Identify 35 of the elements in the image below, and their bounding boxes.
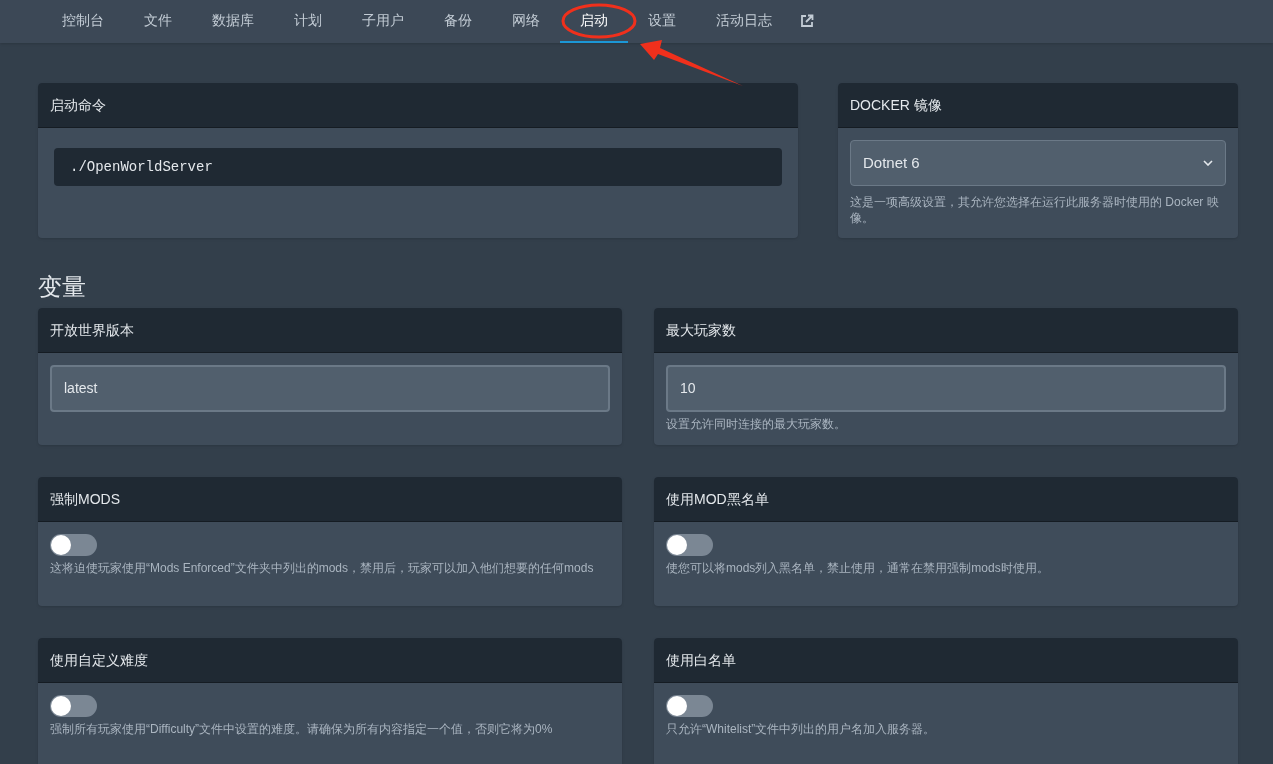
description-text: 这是一项高级设置，其允许您选择在运行此服务器时使用的 Docker 映像。 xyxy=(850,194,1220,226)
nav-tab[interactable]: 控制台 xyxy=(42,0,124,43)
nav-tab[interactable]: 活动日志 xyxy=(696,0,792,43)
card-title: 强制MODS xyxy=(50,489,120,509)
toggle-switch[interactable] xyxy=(666,695,713,717)
input-field[interactable]: 10 xyxy=(666,365,1226,412)
dropdown[interactable]: Dotnet 6 xyxy=(850,140,1226,186)
toggle-switch[interactable] xyxy=(666,534,713,556)
description-text: 使您可以将mods列入黑名单，禁止使用，通常在禁用强制mods时使用。 xyxy=(666,560,1050,576)
nav-tab[interactable]: 备份 xyxy=(424,0,492,43)
nav-tab[interactable]: 网络 xyxy=(492,0,560,43)
nav-tab[interactable]: 数据库 xyxy=(192,0,274,43)
nav-tab[interactable]: 子用户 xyxy=(342,0,424,43)
card-title: 最大玩家数 xyxy=(666,320,736,340)
input-field[interactable]: latest xyxy=(50,365,610,412)
card-title: 使用白名单 xyxy=(666,650,736,670)
toggle-switch[interactable] xyxy=(50,534,97,556)
card-title: 启动命令 xyxy=(50,95,106,115)
toggle-switch[interactable] xyxy=(50,695,97,717)
nav-tab[interactable]: 启动 xyxy=(560,0,628,43)
card-title: DOCKER 镜像 xyxy=(850,95,942,115)
command-field: ./OpenWorldServer xyxy=(54,148,782,186)
description-text: 设置允许同时连接的最大玩家数。 xyxy=(666,416,847,432)
section-heading: 变量 xyxy=(38,272,87,302)
nav-tab[interactable]: 计划 xyxy=(274,0,342,43)
external-link-icon[interactable] xyxy=(800,14,814,28)
description-text: 这将迫使玩家使用“Mods Enforced”文件夹中列出的mods，禁用后，玩家可以加入他们想要的任何mods xyxy=(50,560,595,576)
description-text: 只允许“Whitelist”文件中列出的用户名加入服务器。 xyxy=(666,721,937,737)
description-text: 强制所有玩家使用“Difficulty”文件中设置的难度。请确保为所有内容指定一个值，否则它将为0% xyxy=(50,721,554,737)
card-title: 开放世界版本 xyxy=(50,320,134,340)
nav-tab[interactable]: 文件 xyxy=(124,0,192,43)
card-title: 使用自定义难度 xyxy=(50,650,148,670)
card-title: 使用MOD黑名单 xyxy=(666,489,769,509)
chevron-down-icon xyxy=(1203,160,1213,166)
nav-tab[interactable]: 设置 xyxy=(628,0,696,43)
